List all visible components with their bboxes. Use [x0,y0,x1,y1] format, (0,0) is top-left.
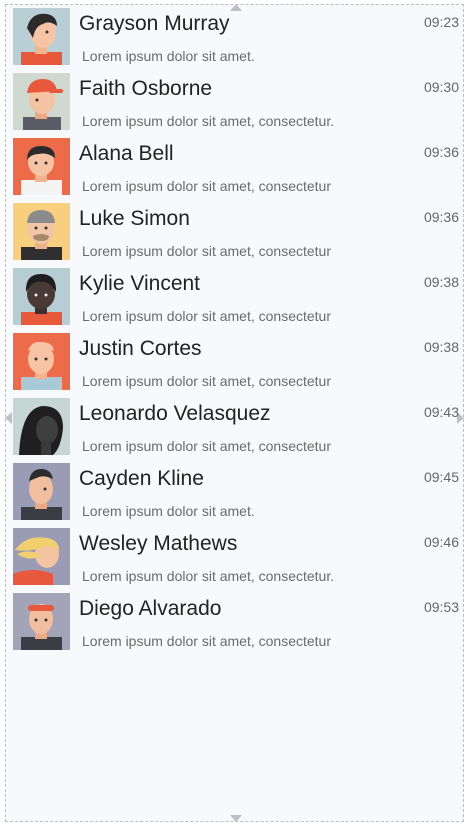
contact-name: Leonardo Velasquez [79,402,271,425]
list-item[interactable]: Cayden Kline 09:45 Lorem ipsum dolor sit… [13,461,463,526]
message-time: 09:45 [423,469,459,485]
contact-name: Wesley Mathews [79,532,238,555]
message-preview: Lorem ipsum dolor sit amet, consectetur [82,178,331,194]
avatar-diego-alvarado [13,593,70,650]
avatar-cayden-kline [13,463,70,520]
list-item[interactable]: Kylie Vincent 09:38 Lorem ipsum dolor si… [13,266,463,331]
contact-list: Grayson Murray 09:23 Lorem ipsum dolor s… [13,6,463,656]
message-preview: Lorem ipsum dolor sit amet, consectetur [82,633,331,649]
list-item[interactable]: Wesley Mathews 09:46 Lorem ipsum dolor s… [13,526,463,591]
message-preview: Lorem ipsum dolor sit amet. [82,503,255,519]
contact-name: Kylie Vincent [79,272,201,295]
message-preview: Lorem ipsum dolor sit amet, consectetur [82,373,331,389]
contact-name: Faith Osborne [79,77,213,100]
avatar-kylie-vincent [13,268,70,325]
contact-name: Grayson Murray [79,12,230,35]
message-time: 09:43 [423,404,459,420]
message-preview: Lorem ipsum dolor sit amet, consectetur. [82,568,335,584]
contact-name: Luke Simon [79,207,190,230]
resize-handle-left-icon[interactable] [5,412,12,424]
list-item[interactable]: Alana Bell 09:36 Lorem ipsum dolor sit a… [13,136,463,201]
list-item[interactable]: Faith Osborne 09:30 Lorem ipsum dolor si… [13,71,463,136]
list-item[interactable]: Leonardo Velasquez 09:43 Lorem ipsum dol… [13,396,463,461]
list-item[interactable]: Grayson Murray 09:23 Lorem ipsum dolor s… [13,6,463,71]
resize-handle-bottom-icon[interactable] [230,815,242,822]
message-time: 09:36 [423,144,459,160]
message-time: 09:53 [423,599,459,615]
message-preview: Lorem ipsum dolor sit amet, consectetur [82,308,331,324]
message-preview: Lorem ipsum dolor sit amet, consectetur [82,243,331,259]
message-preview: Lorem ipsum dolor sit amet, consectetur. [82,113,335,129]
message-time: 09:38 [423,274,459,290]
message-time: 09:46 [423,534,459,550]
avatar-wesley-mathews [13,528,70,585]
list-item[interactable]: Justin Cortes 09:38 Lorem ipsum dolor si… [13,331,463,396]
contact-name: Justin Cortes [79,337,202,360]
avatar-leonardo-velasquez [13,398,70,455]
list-item[interactable]: Luke Simon 09:36 Lorem ipsum dolor sit a… [13,201,463,266]
avatar-alana-bell [13,138,70,195]
contact-name: Diego Alvarado [79,597,222,620]
avatar-faith-osborne [13,73,70,130]
avatar-grayson-murray [13,8,70,65]
message-time: 09:38 [423,339,459,355]
message-time: 09:30 [423,79,459,95]
avatar-luke-simon [13,203,70,260]
avatar-justin-cortes [13,333,70,390]
contact-name: Cayden Kline [79,467,204,490]
contact-name: Alana Bell [79,142,174,165]
message-time: 09:23 [423,14,459,30]
message-preview: Lorem ipsum dolor sit amet. [82,48,255,64]
message-preview: Lorem ipsum dolor sit amet, consectetur [82,438,331,454]
message-time: 09:36 [423,209,459,225]
list-item[interactable]: Diego Alvarado 09:53 Lorem ipsum dolor s… [13,591,463,656]
